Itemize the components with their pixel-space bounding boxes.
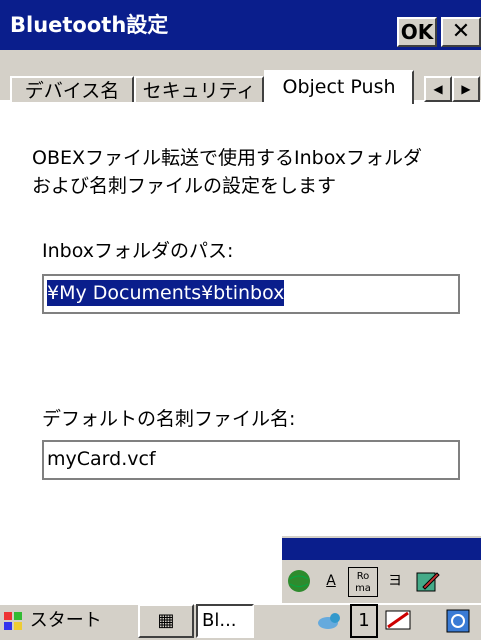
inbox-path-label: Inboxフォルダのパス: <box>42 240 234 262</box>
ok-button[interactable]: OK <box>397 17 437 47</box>
close-button[interactable]: ✕ <box>441 17 481 47</box>
sip-toggle-icon[interactable] <box>384 604 414 638</box>
edit-icon[interactable] <box>412 567 442 597</box>
task-bluetooth-button[interactable]: Bl... <box>196 604 254 638</box>
kana-icon[interactable]: ヨ <box>380 567 410 597</box>
card-file-input[interactable]: myCard.vcf <box>42 440 460 480</box>
input-panel-titlebar[interactable] <box>282 538 481 560</box>
description-text: OBEXファイル転送で使用するInboxフォルダ および名刺ファイルの設定をしま… <box>32 147 423 197</box>
card-file-label: デフォルトの名刺ファイル名: <box>42 408 296 430</box>
task-switch-icon: ▦ <box>157 610 175 631</box>
sync-icon[interactable] <box>444 604 472 638</box>
start-label: スタート <box>29 610 102 631</box>
globe-icon[interactable] <box>284 567 314 597</box>
font-icon[interactable]: A <box>316 567 346 597</box>
roma-icon[interactable]: Ro ma <box>348 567 378 597</box>
tab-device-name[interactable]: デバイス名 <box>10 76 134 102</box>
network-icon[interactable] <box>316 604 344 638</box>
window-title: Bluetooth設定 <box>10 13 169 37</box>
tab-scroll-right-icon[interactable]: ▶ <box>452 76 480 102</box>
inbox-path-input[interactable]: ¥My Documents¥btinbox <box>42 274 460 314</box>
card-file-value: myCard.vcf <box>47 448 156 470</box>
windows-flag-icon <box>2 610 24 632</box>
start-button[interactable]: スタート <box>2 604 134 638</box>
tab-object-push[interactable]: Object Push <box>264 70 414 104</box>
input-mode-number[interactable]: 1 <box>350 604 378 638</box>
task-switch-button[interactable]: ▦ <box>138 604 194 638</box>
tab-security[interactable]: セキュリティ <box>134 76 264 102</box>
tab-scroll-left-icon[interactable]: ◀ <box>424 76 452 102</box>
inbox-path-value: ¥My Documents¥btinbox <box>47 280 285 306</box>
